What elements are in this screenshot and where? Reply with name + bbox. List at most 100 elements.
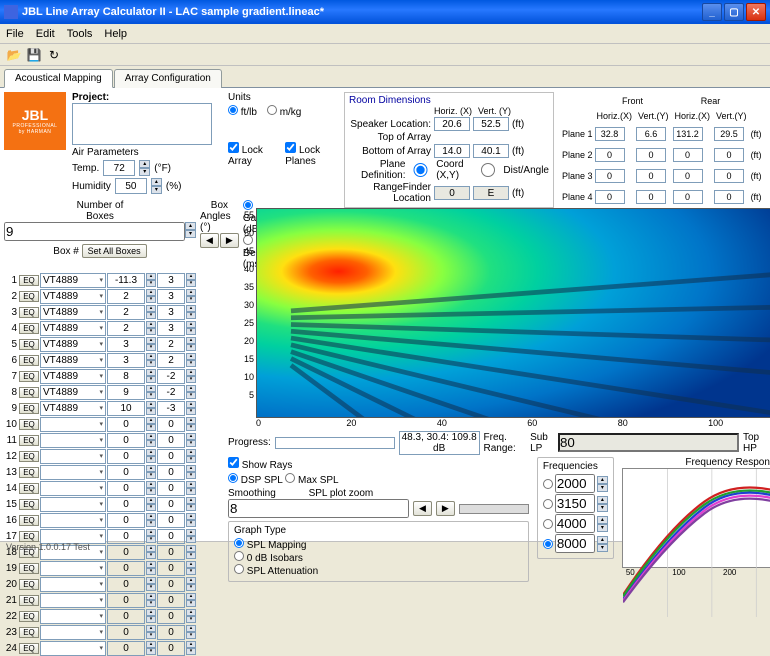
menu-edit[interactable]: Edit (36, 28, 55, 40)
model-select[interactable]: ▾ (40, 465, 106, 480)
smoothing-input[interactable] (228, 499, 409, 518)
del-value[interactable]: 0 (157, 593, 185, 608)
eq-button[interactable]: EQ (19, 275, 39, 286)
bot-x[interactable] (434, 144, 470, 158)
gain-down[interactable]: ▾ (146, 472, 156, 479)
units-ftlb[interactable] (228, 105, 238, 115)
gain-down[interactable]: ▾ (146, 328, 156, 335)
model-select[interactable]: ▾ (40, 481, 106, 496)
open-icon[interactable]: 📂 (6, 47, 22, 63)
gain-value[interactable]: 2 (107, 321, 145, 336)
del-value[interactable]: 0 (157, 577, 185, 592)
plane-rh[interactable] (673, 169, 703, 183)
del-value[interactable]: 2 (157, 337, 185, 352)
freq-input[interactable] (555, 534, 595, 553)
eq-button[interactable]: EQ (19, 387, 39, 398)
del-value[interactable]: -3 (157, 401, 185, 416)
humidity-input[interactable] (115, 178, 147, 194)
model-select[interactable]: ▾ (40, 449, 106, 464)
del-up[interactable]: ▴ (186, 305, 196, 312)
del-down[interactable]: ▾ (186, 616, 196, 623)
del-down[interactable]: ▾ (186, 568, 196, 575)
gain-up[interactable]: ▴ (146, 385, 156, 392)
model-select[interactable]: ▾ (40, 593, 106, 608)
del-down[interactable]: ▾ (186, 504, 196, 511)
eq-button[interactable]: EQ (19, 643, 39, 654)
gain-up[interactable]: ▴ (146, 369, 156, 376)
freq-input[interactable] (555, 494, 595, 513)
gain-down[interactable]: ▾ (146, 504, 156, 511)
gain-up[interactable]: ▴ (146, 593, 156, 600)
gain-up[interactable]: ▴ (146, 529, 156, 536)
zoom-slider[interactable] (459, 504, 529, 514)
del-up[interactable]: ▴ (186, 433, 196, 440)
eq-button[interactable]: EQ (19, 355, 39, 366)
del-up[interactable]: ▴ (186, 401, 196, 408)
gain-value[interactable]: 0 (107, 449, 145, 464)
plane-fh[interactable] (595, 169, 625, 183)
gain-up[interactable]: ▴ (146, 641, 156, 648)
numboxes-input[interactable] (4, 222, 185, 241)
del-down[interactable]: ▾ (186, 344, 196, 351)
gain-down[interactable]: ▾ (146, 376, 156, 383)
gain-down[interactable]: ▾ (146, 648, 156, 655)
del-value[interactable]: 0 (157, 513, 185, 528)
del-up[interactable]: ▴ (186, 369, 196, 376)
close-button[interactable]: ✕ (746, 3, 766, 21)
gain-value[interactable]: 3 (107, 353, 145, 368)
numboxes-up[interactable]: ▴ (185, 222, 196, 230)
del-down[interactable]: ▾ (186, 360, 196, 367)
del-down[interactable]: ▾ (186, 392, 196, 399)
del-down[interactable]: ▾ (186, 312, 196, 319)
menu-tools[interactable]: Tools (67, 28, 93, 40)
tab-acoustical-mapping[interactable]: Acoustical Mapping (4, 69, 113, 88)
del-value[interactable]: -2 (157, 369, 185, 384)
gain-value[interactable]: 0 (107, 545, 145, 560)
eq-button[interactable]: EQ (19, 531, 39, 542)
gain-up[interactable]: ▴ (146, 609, 156, 616)
del-value[interactable]: 0 (157, 529, 185, 544)
model-select[interactable]: ▾ (40, 497, 106, 512)
gain-up[interactable]: ▴ (146, 273, 156, 280)
del-value[interactable]: -2 (157, 385, 185, 400)
plane-rh[interactable] (673, 127, 703, 141)
gain-up[interactable]: ▴ (146, 305, 156, 312)
gain-down[interactable]: ▾ (146, 584, 156, 591)
gain-down[interactable]: ▾ (146, 552, 156, 559)
plane-distang[interactable] (476, 163, 501, 177)
eq-button[interactable]: EQ (19, 483, 39, 494)
del-up[interactable]: ▴ (186, 513, 196, 520)
eq-button[interactable]: EQ (19, 611, 39, 622)
model-select[interactable]: ▾ (40, 625, 106, 640)
del-down[interactable]: ▾ (186, 520, 196, 527)
gain-value[interactable]: 8 (107, 369, 145, 384)
del-up[interactable]: ▴ (186, 545, 196, 552)
del-value[interactable]: 0 (157, 609, 185, 624)
model-select[interactable]: ▾ (40, 577, 106, 592)
freq-radio[interactable] (543, 499, 553, 509)
plane-fh[interactable] (595, 190, 625, 204)
max-spl-radio[interactable] (285, 473, 295, 483)
gain-down[interactable]: ▾ (146, 280, 156, 287)
plane-rv[interactable] (714, 148, 744, 162)
plane-rv[interactable] (714, 127, 744, 141)
gain-value[interactable]: 0 (107, 625, 145, 640)
plane-rv[interactable] (714, 190, 744, 204)
eq-button[interactable]: EQ (19, 579, 39, 590)
plane-coord[interactable] (408, 163, 433, 177)
freq-input[interactable] (555, 514, 595, 533)
gain-down[interactable]: ▾ (146, 344, 156, 351)
gain-down[interactable]: ▾ (146, 520, 156, 527)
del-down[interactable]: ▾ (186, 472, 196, 479)
graphtype-atten[interactable] (234, 564, 244, 574)
gain-value[interactable]: 2 (107, 305, 145, 320)
sub-lp-input[interactable] (558, 433, 739, 452)
hum-down[interactable]: ▾ (151, 186, 162, 194)
gain-down[interactable]: ▾ (146, 312, 156, 319)
eq-button[interactable]: EQ (19, 339, 39, 350)
model-select[interactable]: ▾ (40, 609, 106, 624)
del-value[interactable]: 3 (157, 273, 185, 288)
del-down[interactable]: ▾ (186, 632, 196, 639)
dsp-spl-radio[interactable] (228, 473, 238, 483)
eq-button[interactable]: EQ (19, 371, 39, 382)
